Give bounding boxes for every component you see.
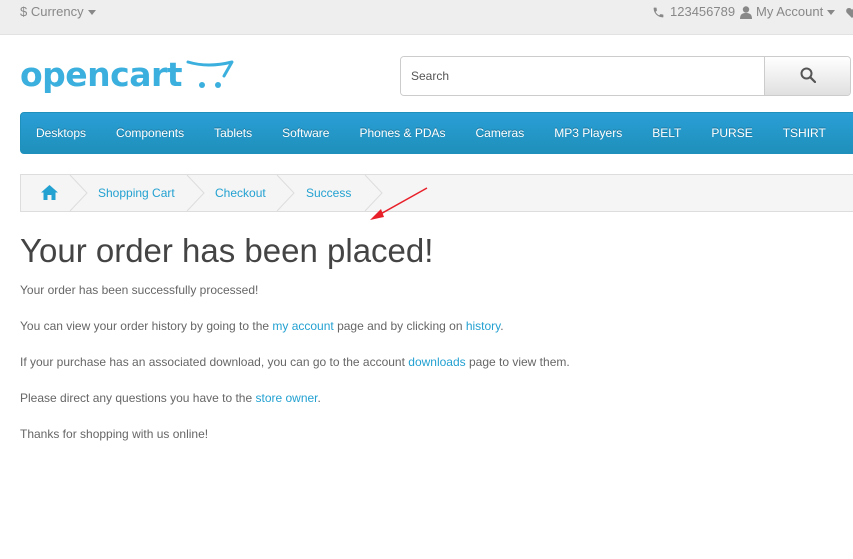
phone-number: 123456789 (670, 4, 736, 19)
breadcrumb-separator (364, 175, 383, 211)
search-input[interactable] (401, 57, 764, 95)
heart-icon (846, 7, 853, 18)
text: If your purchase has an associated downl… (20, 355, 409, 369)
store-logo[interactable]: opencart (20, 55, 234, 95)
menu-item-software[interactable]: Software (267, 113, 344, 153)
text: . (317, 391, 321, 405)
user-icon (740, 5, 752, 19)
downloads-paragraph: If your purchase has an associated downl… (20, 354, 570, 370)
text: . (500, 319, 504, 333)
text: page and by clicking on (333, 319, 466, 333)
top-bar: $ Currency 123456789 My Account (0, 0, 853, 35)
menu-item-belt[interactable]: BELT (637, 113, 696, 153)
logo-text: opencart (20, 55, 183, 94)
currency-label: $ Currency (20, 4, 84, 19)
cart-logo-icon (186, 56, 234, 93)
menu-item-tablets[interactable]: Tablets (199, 113, 267, 153)
page-title: Your order has been placed! (20, 232, 434, 269)
menu-item-phones-pdas[interactable]: Phones & PDAs (344, 113, 460, 153)
menu-item-components[interactable]: Components (101, 113, 199, 153)
my-account-label: My Account (756, 4, 824, 19)
search-box (400, 56, 851, 96)
my-account-link[interactable]: my account (272, 319, 333, 333)
menu-item-cameras[interactable]: Cameras (461, 113, 540, 153)
phone-link[interactable]: 123456789 (652, 0, 735, 24)
contact-paragraph: Please direct any questions you have to … (20, 390, 321, 406)
search-icon (800, 67, 816, 86)
breadcrumb-shopping-cart[interactable]: Shopping Cart (98, 175, 175, 211)
menu-item-purse[interactable]: PURSE (696, 113, 767, 153)
wishlist-link[interactable] (846, 0, 853, 24)
text: Please direct any questions you have to … (20, 391, 256, 405)
thanks-message: Thanks for shopping with us online! (20, 427, 209, 441)
currency-dropdown[interactable]: $ Currency (20, 0, 96, 24)
text: page to view them. (465, 355, 570, 369)
text: You can view your order history by going… (20, 319, 273, 333)
main-menu: Desktops Components Tablets Software Pho… (20, 112, 853, 154)
caret-down-icon (827, 9, 836, 15)
search-button[interactable] (764, 57, 850, 95)
caret-down-icon (87, 9, 96, 15)
breadcrumb-success[interactable]: Success (306, 175, 351, 211)
phone-icon (652, 6, 665, 19)
history-link[interactable]: history (466, 319, 500, 333)
store-owner-link[interactable]: store owner (255, 391, 317, 405)
success-message: Your order has been successfully process… (20, 283, 259, 297)
order-history-paragraph: You can view your order history by going… (20, 318, 504, 334)
breadcrumb-separator (69, 175, 88, 211)
menu-item-mp3-players[interactable]: MP3 Players (539, 113, 637, 153)
my-account-dropdown[interactable]: My Account (740, 0, 836, 24)
menu-item-tshirt[interactable]: TSHIRT (768, 113, 841, 153)
breadcrumb-separator (276, 175, 295, 211)
breadcrumb-separator (186, 175, 205, 211)
breadcrumb: Shopping Cart Checkout Success (20, 174, 853, 212)
home-icon[interactable] (41, 185, 58, 201)
menu-item-desktops[interactable]: Desktops (21, 113, 101, 153)
breadcrumb-checkout[interactable]: Checkout (215, 175, 266, 211)
downloads-link[interactable]: downloads (408, 355, 465, 369)
